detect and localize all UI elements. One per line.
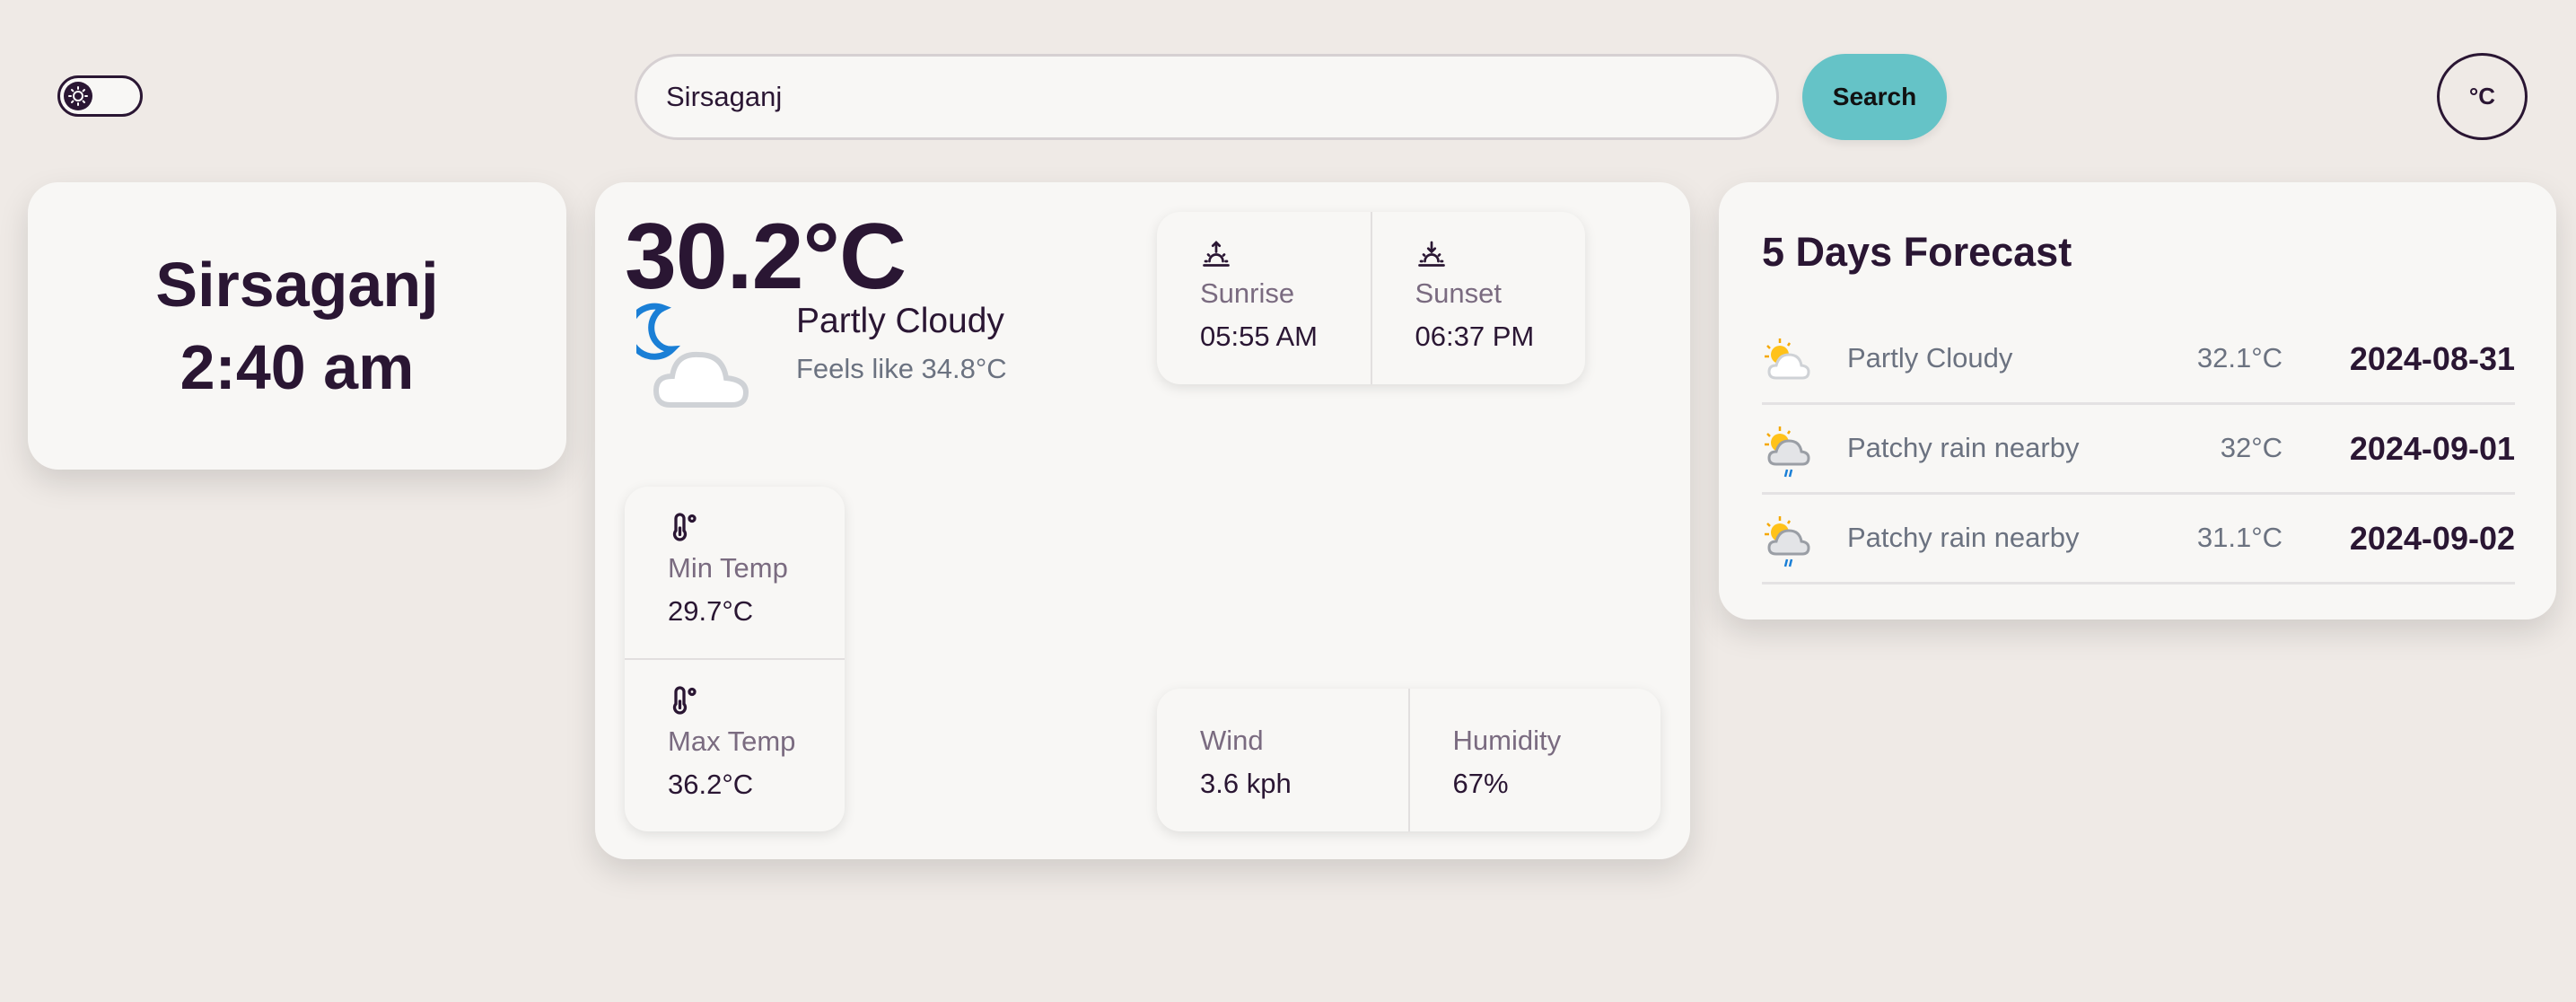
city-search-input[interactable] <box>635 54 1779 140</box>
max-temp-label: Max Temp <box>668 725 796 757</box>
sunrise-item: Sunrise 05:55 AM <box>1157 212 1371 384</box>
forecast-row: Patchy rain nearby 31.1°C 2024-09-02 <box>1762 495 2515 584</box>
patchy-rain-icon <box>1762 514 1812 567</box>
city-time-card: Sirsaganj 2:40 am <box>28 182 566 470</box>
sun-icon <box>64 82 92 110</box>
min-max-panel: Min Temp 29.7°C Max Temp 36.2°C <box>625 487 845 831</box>
forecast-date: 2024-09-01 <box>2349 430 2515 467</box>
forecast-temp: 32.1°C <box>2196 342 2282 374</box>
min-temp-value: 29.7°C <box>668 595 754 627</box>
sunrise-label: Sunrise <box>1200 277 1295 309</box>
max-temp-item: Max Temp 36.2°C <box>625 658 845 831</box>
wind-humidity-panel: Wind 3.6 kph Humidity 67% <box>1157 689 1660 831</box>
local-time: 2:40 am <box>180 332 415 402</box>
sun-times-panel: Sunrise 05:55 AM Sunset 06:37 PM <box>1157 212 1585 384</box>
humidity-label: Humidity <box>1452 725 1562 756</box>
forecast-temp: 31.1°C <box>2196 522 2282 553</box>
search-button[interactable]: Search <box>1802 54 1947 140</box>
partly-cloudy-icon <box>1762 335 1812 385</box>
min-temp-label: Min Temp <box>668 552 788 584</box>
humidity-item: Humidity 67% <box>1407 689 1661 831</box>
sunrise-icon <box>1200 241 1232 273</box>
forecast-condition: Patchy rain nearby <box>1847 522 2080 553</box>
forecast-card: 5 Days Forecast Partly Cloudy 32.1°C 202… <box>1719 182 2556 620</box>
current-temperature: 30.2°C <box>625 205 907 309</box>
city-name: Sirsaganj <box>155 250 439 320</box>
forecast-condition: Partly Cloudy <box>1847 342 2013 374</box>
max-temp-value: 36.2°C <box>668 769 754 800</box>
forecast-row: Partly Cloudy 32.1°C 2024-08-31 <box>1762 315 2515 405</box>
wind-value: 3.6 kph <box>1200 768 1292 799</box>
moon-cloud-icon <box>626 299 762 416</box>
sunset-icon <box>1415 241 1448 273</box>
min-temp-item: Min Temp 29.7°C <box>625 487 845 658</box>
forecast-row: Patchy rain nearby 32°C 2024-09-01 <box>1762 405 2515 495</box>
forecast-temp: 32°C <box>2220 432 2282 463</box>
wind-label: Wind <box>1200 725 1264 756</box>
humidity-value: 67% <box>1452 768 1509 799</box>
feels-like: Feels like 34.8°C <box>796 353 1007 384</box>
unit-toggle-button[interactable]: °C <box>2437 53 2528 140</box>
sunrise-value: 05:55 AM <box>1200 321 1318 352</box>
forecast-title: 5 Days Forecast <box>1762 229 2072 275</box>
thermometer-icon <box>668 686 700 721</box>
theme-toggle[interactable] <box>57 75 143 117</box>
sunset-value: 06:37 PM <box>1415 321 1535 352</box>
thermometer-icon <box>668 513 700 548</box>
current-condition: Partly Cloudy <box>796 302 1004 340</box>
sunset-item: Sunset 06:37 PM <box>1370 212 1586 384</box>
forecast-date: 2024-08-31 <box>2349 340 2515 377</box>
forecast-date: 2024-09-02 <box>2349 520 2515 557</box>
sunset-label: Sunset <box>1415 277 1503 309</box>
current-weather-card: 30.2°C Partly Cloudy Feels like 34.8°C S… <box>595 182 1690 859</box>
forecast-condition: Patchy rain nearby <box>1847 432 2080 463</box>
wind-item: Wind 3.6 kph <box>1157 689 1408 831</box>
patchy-rain-icon <box>1762 425 1812 478</box>
